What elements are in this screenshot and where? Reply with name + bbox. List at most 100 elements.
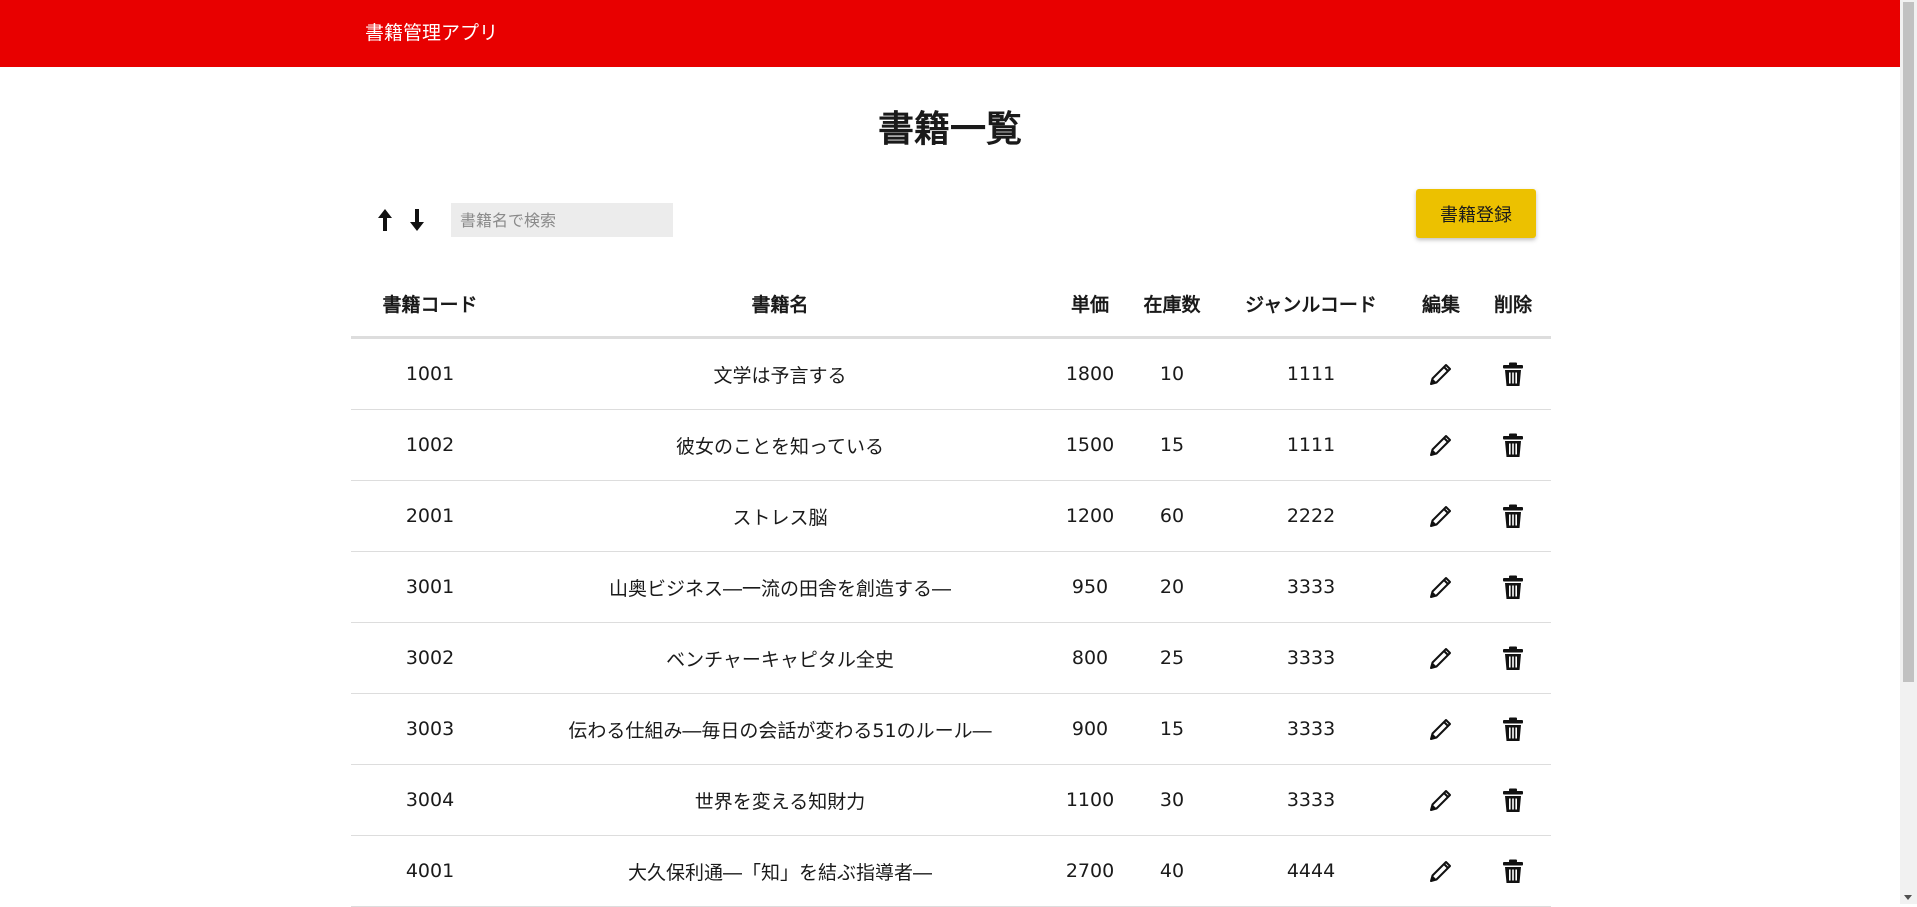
- delete-button[interactable]: [1499, 857, 1527, 885]
- pencil-icon: [1430, 506, 1451, 527]
- book-code-cell: 1001: [351, 337, 509, 410]
- pencil-icon: [1430, 719, 1451, 740]
- genre-code-cell: 4444: [1215, 835, 1407, 907]
- delete-button[interactable]: [1499, 573, 1527, 601]
- stock-cell: 40: [1129, 835, 1215, 907]
- vertical-scrollbar[interactable]: [1900, 0, 1917, 904]
- genre-code-cell: 1111: [1215, 409, 1407, 481]
- delete-button[interactable]: [1499, 644, 1527, 672]
- pencil-icon: [1430, 648, 1451, 669]
- price-cell: 2700: [1051, 835, 1129, 907]
- trash-icon: [1503, 362, 1523, 386]
- scroll-down-arrow-icon[interactable]: [1904, 895, 1912, 900]
- book-code-cell: 4001: [351, 835, 509, 907]
- trash-icon: [1503, 859, 1523, 883]
- pencil-icon: [1430, 861, 1451, 882]
- edit-button[interactable]: [1427, 502, 1455, 530]
- edit-button[interactable]: [1427, 573, 1455, 601]
- price-cell: 1500: [1051, 409, 1129, 481]
- trash-icon: [1503, 646, 1523, 670]
- book-name-cell: 山奥ビジネス―一流の田舎を創造する―: [509, 551, 1051, 623]
- book-name-cell: ストレス脳: [509, 480, 1051, 552]
- trash-icon: [1503, 433, 1523, 457]
- table-row: 1002 彼女のことを知っている 1500 15 1111: [351, 409, 1551, 481]
- column-header-genre: ジャンルコード: [1215, 270, 1407, 339]
- trash-icon: [1503, 575, 1523, 599]
- edit-cell: [1407, 693, 1475, 765]
- book-name-cell: 伝わる仕組み―毎日の会話が変わる51のルール―: [509, 693, 1051, 765]
- sort-descending-button[interactable]: [406, 206, 428, 234]
- edit-cell: [1407, 622, 1475, 694]
- stock-cell: 10: [1129, 337, 1215, 410]
- stock-cell: 20: [1129, 551, 1215, 623]
- stock-cell: 60: [1129, 480, 1215, 552]
- column-header-code: 書籍コード: [351, 270, 509, 339]
- genre-code-cell: 3333: [1215, 693, 1407, 765]
- arrow-up-icon: [378, 209, 392, 231]
- price-cell: 950: [1051, 551, 1129, 623]
- page-title: 書籍一覧: [877, 109, 1022, 150]
- table-row: 3001 山奥ビジネス―一流の田舎を創造する― 950 20 3333: [351, 551, 1551, 623]
- genre-code-cell: 3333: [1215, 551, 1407, 623]
- book-code-cell: 3002: [351, 622, 509, 694]
- book-name-cell: ベンチャーキャピタル全史: [509, 622, 1051, 694]
- price-cell: 800: [1051, 622, 1129, 694]
- delete-button[interactable]: [1499, 786, 1527, 814]
- stock-cell: 15: [1129, 693, 1215, 765]
- book-name-cell: 文学は予言する: [509, 337, 1051, 410]
- pencil-icon: [1430, 435, 1451, 456]
- search-input[interactable]: [451, 203, 673, 237]
- book-code-cell: 3003: [351, 693, 509, 765]
- delete-cell: [1475, 337, 1551, 410]
- table-row: 2001 ストレス脳 1200 60 2222: [351, 480, 1551, 552]
- delete-cell: [1475, 764, 1551, 836]
- genre-code-cell: 1111: [1215, 337, 1407, 410]
- book-name-cell: 世界を変える知財力: [509, 764, 1051, 836]
- stock-cell: 25: [1129, 622, 1215, 694]
- table-row: 3003 伝わる仕組み―毎日の会話が変わる51のルール― 900 15 3333: [351, 693, 1551, 765]
- sort-ascending-button[interactable]: [374, 206, 396, 234]
- edit-button[interactable]: [1427, 360, 1455, 388]
- sort-controls: [374, 206, 428, 234]
- edit-cell: [1407, 764, 1475, 836]
- edit-cell: [1407, 551, 1475, 623]
- column-header-edit: 編集: [1407, 270, 1475, 339]
- column-header-delete: 削除: [1475, 270, 1551, 339]
- price-cell: 1800: [1051, 337, 1129, 410]
- edit-cell: [1407, 835, 1475, 907]
- pencil-icon: [1430, 577, 1451, 598]
- genre-code-cell: 3333: [1215, 622, 1407, 694]
- price-cell: 1200: [1051, 480, 1129, 552]
- delete-cell: [1475, 622, 1551, 694]
- delete-button[interactable]: [1499, 715, 1527, 743]
- edit-button[interactable]: [1427, 786, 1455, 814]
- price-cell: 900: [1051, 693, 1129, 765]
- delete-cell: [1475, 551, 1551, 623]
- column-header-stock: 在庫数: [1129, 270, 1215, 339]
- edit-cell: [1407, 409, 1475, 481]
- price-cell: 1100: [1051, 764, 1129, 836]
- book-name-cell: 大久保利通―「知」を結ぶ指導者―: [509, 835, 1051, 907]
- stock-cell: 15: [1129, 409, 1215, 481]
- register-book-button[interactable]: 書籍登録: [1416, 189, 1536, 238]
- arrow-down-icon: [410, 209, 424, 231]
- app-title[interactable]: 書籍管理アプリ: [365, 20, 498, 46]
- scrollbar-thumb[interactable]: [1903, 2, 1914, 682]
- edit-button[interactable]: [1427, 715, 1455, 743]
- delete-button[interactable]: [1499, 431, 1527, 459]
- delete-button[interactable]: [1499, 360, 1527, 388]
- table-row: 3002 ベンチャーキャピタル全史 800 25 3333: [351, 622, 1551, 694]
- trash-icon: [1503, 717, 1523, 741]
- table-header-row: 書籍コード 書籍名 単価 在庫数 ジャンルコード 編集 削除: [351, 270, 1551, 339]
- edit-button[interactable]: [1427, 431, 1455, 459]
- table-row: 3004 世界を変える知財力 1100 30 3333: [351, 764, 1551, 836]
- book-code-cell: 2001: [351, 480, 509, 552]
- books-table: 書籍コード 書籍名 単価 在庫数 ジャンルコード 編集 削除 1001 文学は予言…: [351, 270, 1551, 907]
- edit-button[interactable]: [1427, 857, 1455, 885]
- pencil-icon: [1430, 790, 1451, 811]
- delete-cell: [1475, 693, 1551, 765]
- genre-code-cell: 3333: [1215, 764, 1407, 836]
- delete-button[interactable]: [1499, 502, 1527, 530]
- edit-button[interactable]: [1427, 644, 1455, 672]
- header-bar: 書籍管理アプリ: [0, 0, 1900, 67]
